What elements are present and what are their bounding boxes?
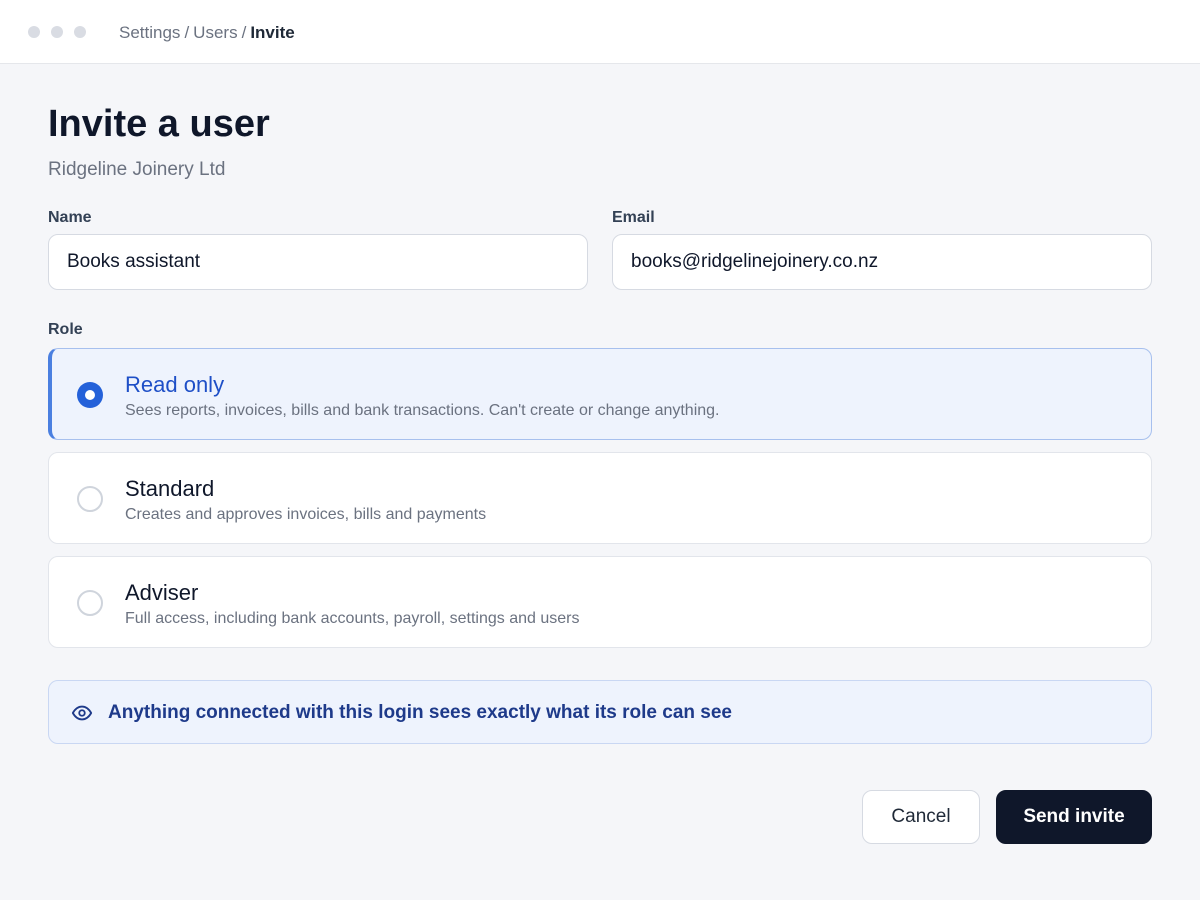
role-option-standard[interactable]: Standard Creates and approves invoices, … xyxy=(48,452,1152,544)
send-invite-button[interactable]: Send invite xyxy=(996,790,1152,844)
radio-unselected-icon[interactable] xyxy=(77,486,103,512)
email-input[interactable] xyxy=(612,234,1152,290)
role-description: Full access, including bank accounts, pa… xyxy=(125,610,580,627)
role-option-read-only[interactable]: Read only Sees reports, invoices, bills … xyxy=(48,348,1152,440)
role-title: Read only xyxy=(125,372,225,397)
role-option-adviser[interactable]: Adviser Full access, including bank acco… xyxy=(48,556,1152,648)
name-label: Name xyxy=(48,209,92,226)
name-input[interactable] xyxy=(48,234,588,290)
breadcrumb: Settings / Users / Invite xyxy=(119,22,295,44)
top-bar: Settings / Users / Invite xyxy=(0,0,1200,64)
role-title: Adviser xyxy=(125,580,199,605)
breadcrumb-separator: / xyxy=(241,23,247,42)
cancel-button[interactable]: Cancel xyxy=(862,790,980,844)
eye-icon xyxy=(71,705,93,721)
window-controls xyxy=(28,26,86,38)
role-description: Sees reports, invoices, bills and bank t… xyxy=(125,402,720,419)
page-title: Invite a user xyxy=(48,103,270,145)
notice-text: Anything connected with this login sees … xyxy=(108,702,732,723)
window-dot[interactable] xyxy=(28,26,40,38)
window-dot[interactable] xyxy=(74,26,86,38)
role-description: Creates and approves invoices, bills and… xyxy=(125,506,487,523)
info-notice: Anything connected with this login sees … xyxy=(48,680,1152,744)
breadcrumb-separator: / xyxy=(184,23,190,42)
organisation-name: Ridgeline Joinery Ltd xyxy=(48,159,226,180)
radio-unselected-icon[interactable] xyxy=(77,590,103,616)
breadcrumb-item-users[interactable]: Users xyxy=(193,23,237,42)
role-label: Role xyxy=(48,321,83,338)
radio-selected-icon[interactable] xyxy=(77,382,103,408)
breadcrumb-item-settings[interactable]: Settings xyxy=(119,23,180,42)
email-label: Email xyxy=(612,209,655,226)
window-dot[interactable] xyxy=(51,26,63,38)
role-title: Standard xyxy=(125,476,215,501)
breadcrumb-current: Invite xyxy=(250,23,295,42)
